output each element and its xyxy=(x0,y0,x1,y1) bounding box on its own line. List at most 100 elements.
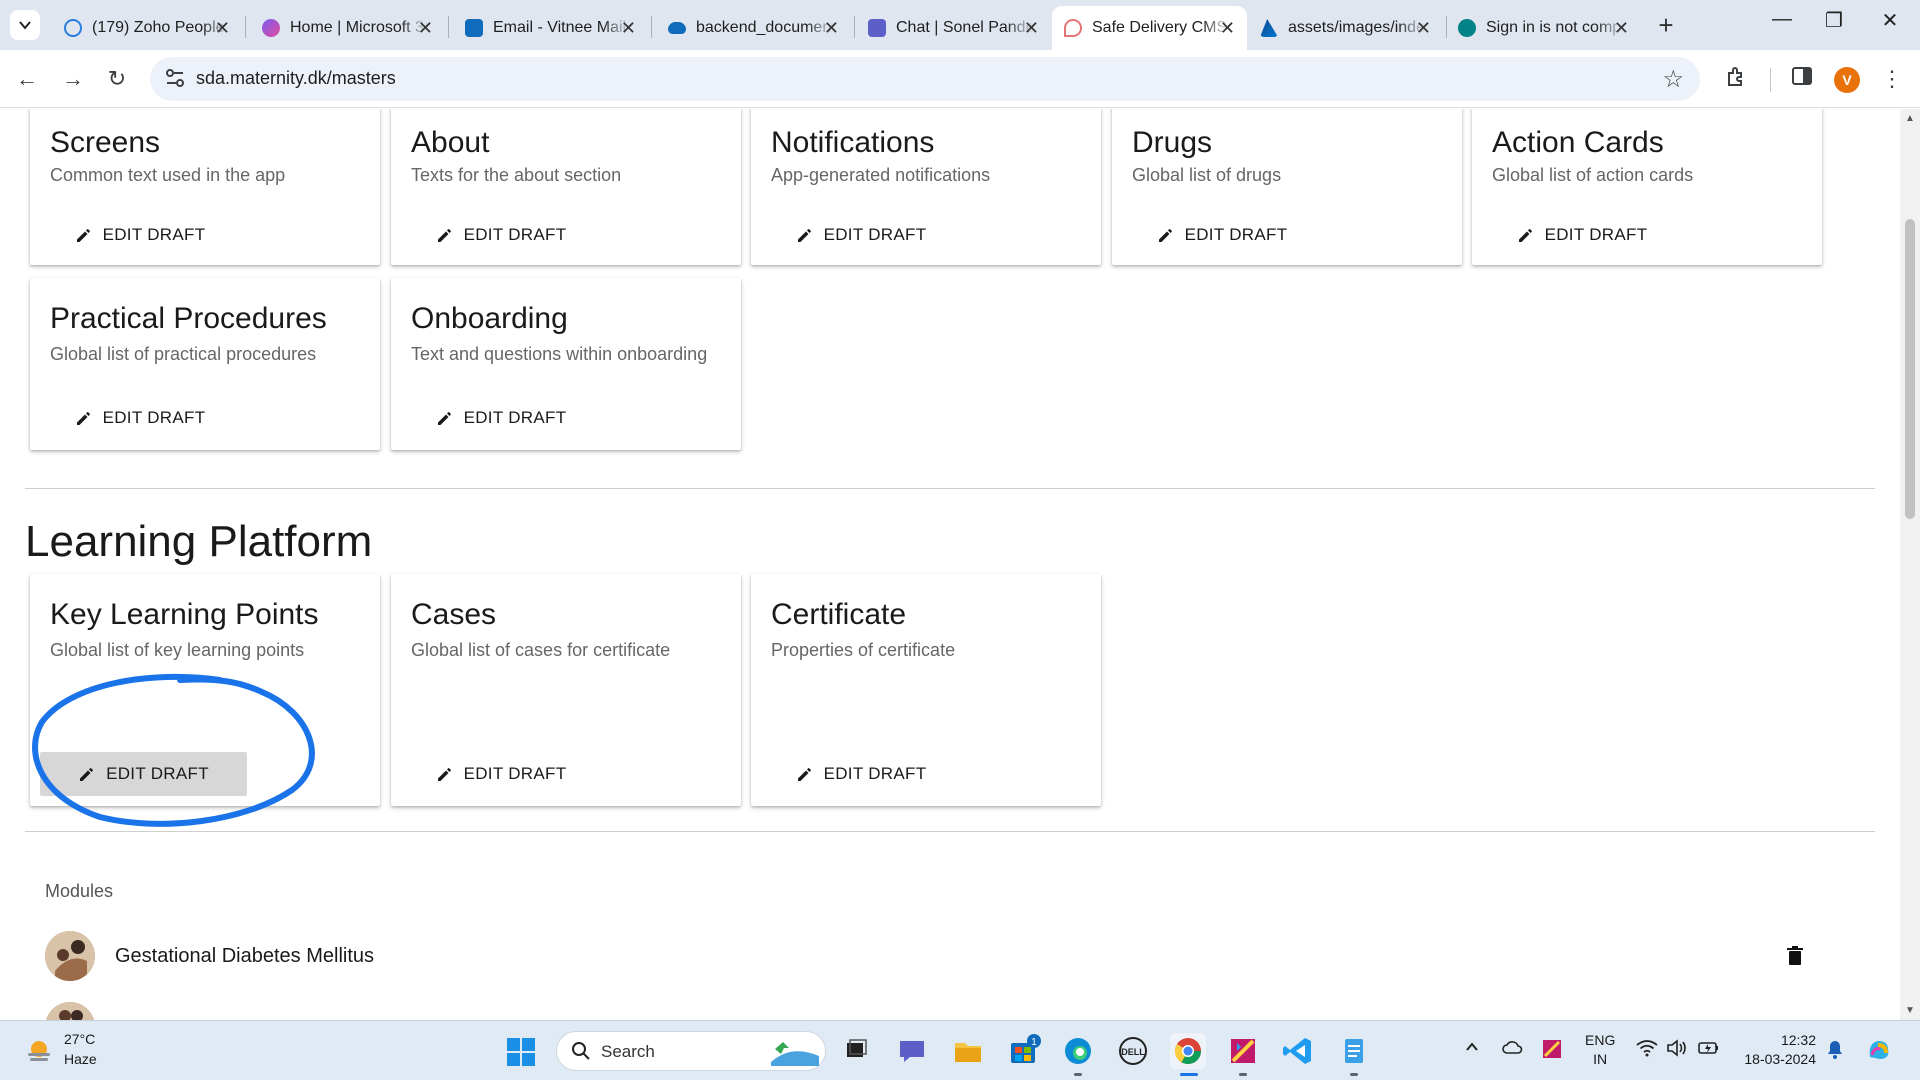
edit-draft-button[interactable]: EDIT DRAFT xyxy=(40,752,247,796)
close-icon[interactable]: ✕ xyxy=(1614,18,1629,39)
tab-backend-documentation[interactable]: backend_documentation ✕ xyxy=(656,6,851,50)
card-title: Practical Procedures xyxy=(50,302,327,335)
region-code: IN xyxy=(1593,1051,1608,1067)
card-subtitle: App-generated notifications xyxy=(771,165,991,185)
search-highlight-icon xyxy=(771,1042,819,1066)
url-text[interactable]: sda.maternity.dk/masters xyxy=(196,68,396,89)
trash-icon[interactable] xyxy=(1785,945,1805,967)
close-icon[interactable]: ✕ xyxy=(215,18,230,39)
edit-draft-label: EDIT DRAFT xyxy=(1184,225,1288,244)
file-explorer-icon[interactable] xyxy=(950,1033,986,1069)
dell-icon[interactable]: DELL xyxy=(1115,1033,1151,1069)
edit-draft-button[interactable]: EDIT DRAFT xyxy=(40,396,240,440)
tab-title: Sign in is not complete xyxy=(1486,19,1624,36)
close-icon[interactable]: ✕ xyxy=(1024,18,1039,39)
profile-avatar[interactable]: V xyxy=(1834,67,1860,93)
tab-search-button[interactable] xyxy=(10,10,40,40)
scroll-up-arrow-icon[interactable]: ▲ xyxy=(1905,113,1915,124)
menu-dots-icon[interactable]: ⋮ xyxy=(1878,65,1906,93)
edit-draft-button[interactable]: EDIT DRAFT xyxy=(401,213,601,257)
pencil-icon xyxy=(76,229,90,242)
card-key-learning-points: Key Learning Points Global list of key l… xyxy=(30,574,380,806)
address-bar[interactable]: sda.maternity.dk/masters ☆ xyxy=(150,57,1700,101)
scrollbar-thumb[interactable] xyxy=(1905,219,1915,519)
clock-time: 12:32 xyxy=(1780,1032,1816,1048)
page-content: Screens Common text used in the app EDIT… xyxy=(0,109,1900,1020)
forward-button[interactable]: → xyxy=(58,64,88,94)
edit-draft-button[interactable]: EDIT DRAFT xyxy=(40,213,240,257)
battery-charging-icon[interactable] xyxy=(1698,1039,1720,1062)
wifi-icon[interactable] xyxy=(1636,1039,1658,1062)
running-indicator xyxy=(1074,1073,1082,1076)
edit-draft-button[interactable]: EDIT DRAFT xyxy=(401,752,601,796)
tab-teams-chat[interactable]: Chat | Sonel Pandey ✕ xyxy=(856,6,1051,50)
card-practical-procedures: Practical Procedures Global list of prac… xyxy=(30,278,380,450)
edit-draft-button[interactable]: EDIT DRAFT xyxy=(1482,213,1682,257)
taskbar-search[interactable]: Search xyxy=(556,1031,826,1071)
card-action-cards: Action Cards Global list of action cards… xyxy=(1472,109,1822,265)
card-subtitle: Global list of key learning points xyxy=(50,640,305,660)
task-view-icon[interactable] xyxy=(838,1033,874,1069)
tab-assets-images[interactable]: assets/images/index ✕ xyxy=(1248,6,1443,50)
new-tab-button[interactable]: + xyxy=(1650,10,1682,42)
side-panel-icon[interactable] xyxy=(1788,65,1816,93)
edit-draft-button[interactable]: EDIT DRAFT xyxy=(1122,213,1322,257)
weather-description[interactable]: Haze xyxy=(64,1051,97,1067)
onedrive-cloud-icon[interactable] xyxy=(1502,1039,1524,1060)
card-subtitle: Global list of cases for certificate xyxy=(411,640,671,660)
tab-safe-delivery-cms[interactable]: Safe Delivery CMS ✕ xyxy=(1052,6,1247,50)
vscode-icon[interactable] xyxy=(1280,1033,1316,1069)
edit-draft-button[interactable]: EDIT DRAFT xyxy=(761,752,961,796)
restore-button[interactable]: ❐ xyxy=(1814,8,1854,33)
list-item[interactable]: Gestational Diabetes Mellitus xyxy=(45,931,1805,987)
close-icon[interactable]: ✕ xyxy=(418,18,433,39)
copilot-icon[interactable] xyxy=(1864,1035,1894,1070)
microsoft-store-icon[interactable]: 1 xyxy=(1005,1033,1041,1069)
card-about: About Texts for the about section EDIT D… xyxy=(391,109,741,265)
section-divider xyxy=(25,488,1875,489)
extensions-icon[interactable] xyxy=(1722,65,1750,93)
tab-title: (179) Zoho People xyxy=(92,19,225,36)
reload-button[interactable]: ↻ xyxy=(102,64,132,94)
edit-draft-label: EDIT DRAFT xyxy=(823,764,927,783)
site-info-icon[interactable] xyxy=(164,67,186,89)
tray-app-icon[interactable] xyxy=(1542,1039,1562,1064)
notification-bell-icon[interactable] xyxy=(1826,1039,1844,1064)
close-icon[interactable]: ✕ xyxy=(1416,18,1431,39)
edit-draft-label: EDIT DRAFT xyxy=(823,225,927,244)
tab-sign-in[interactable]: Sign in is not complete ✕ xyxy=(1446,6,1641,50)
card-subtitle: Common text used in the app xyxy=(50,165,286,185)
scroll-down-arrow-icon[interactable]: ▼ xyxy=(1905,1005,1915,1016)
edge-browser-icon[interactable] xyxy=(1060,1033,1096,1069)
edit-draft-button[interactable]: EDIT DRAFT xyxy=(761,213,961,257)
card-subtitle: Texts for the about section xyxy=(411,165,622,185)
back-button[interactable]: ← xyxy=(12,64,42,94)
modules-label: Modules xyxy=(45,881,114,901)
teams-chat-icon[interactable] xyxy=(894,1033,930,1069)
chrome-browser-icon[interactable] xyxy=(1170,1033,1206,1069)
system-clock[interactable]: 12:32 18-03-2024 xyxy=(1736,1031,1816,1069)
edit-draft-button[interactable]: EDIT DRAFT xyxy=(401,396,601,440)
tab-zoho-people[interactable]: (179) Zoho People ✕ xyxy=(52,6,242,50)
windows-start-icon[interactable] xyxy=(506,1037,536,1067)
close-icon[interactable]: ✕ xyxy=(1220,18,1235,39)
paint-app-icon[interactable] xyxy=(1225,1033,1261,1069)
notepad-icon[interactable] xyxy=(1336,1033,1372,1069)
close-window-button[interactable]: ✕ xyxy=(1870,8,1910,33)
input-language[interactable]: ENG IN xyxy=(1585,1031,1615,1069)
search-icon xyxy=(572,1042,590,1060)
volume-icon[interactable] xyxy=(1666,1039,1688,1062)
minimize-button[interactable]: — xyxy=(1762,8,1802,31)
show-hidden-icons-chevron-icon[interactable] xyxy=(1464,1039,1480,1060)
bookmark-star-icon[interactable]: ☆ xyxy=(1662,65,1684,94)
tab-microsoft-365[interactable]: Home | Microsoft 365 ✕ xyxy=(250,6,445,50)
pencil-icon xyxy=(80,768,94,781)
close-icon[interactable]: ✕ xyxy=(824,18,839,39)
card-onboarding: Onboarding Text and questions within onb… xyxy=(391,278,741,450)
card-screens: Screens Common text used in the app EDIT… xyxy=(30,109,380,265)
weather-haze-icon[interactable] xyxy=(24,1037,54,1067)
weather-temperature[interactable]: 27°C xyxy=(64,1031,95,1047)
page-scrollbar[interactable]: ▲ ▼ xyxy=(1900,109,1920,1020)
close-icon[interactable]: ✕ xyxy=(621,18,636,39)
tab-email[interactable]: Email - Vitnee Mail ✕ xyxy=(453,6,648,50)
